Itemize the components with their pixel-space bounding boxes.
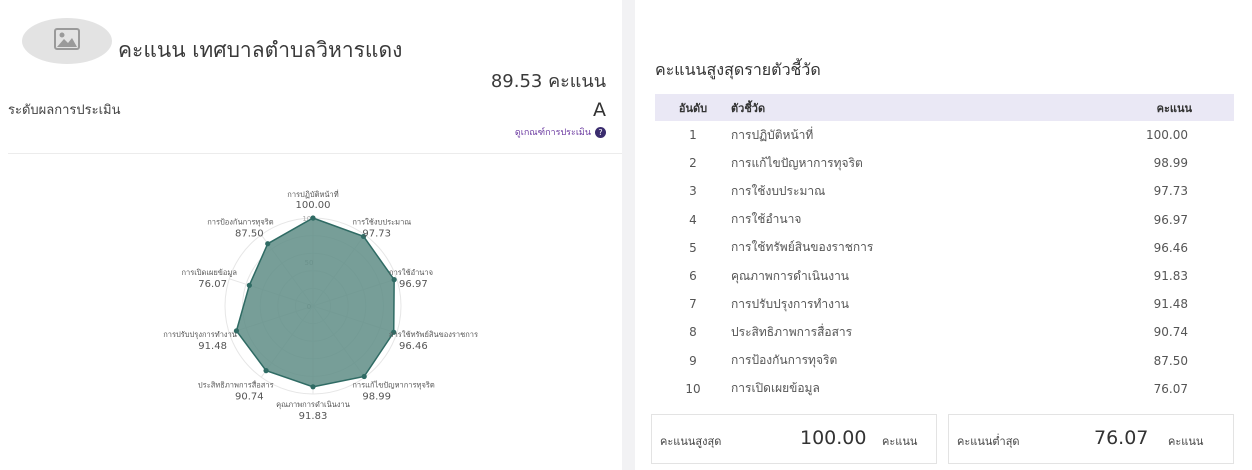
indicator-cell: การเปิดเผยข้อมูล xyxy=(731,381,820,396)
score-overview-panel: คะแนน เทศบาลตำบลวิหารแดง 89.53 คะแนน ระด… xyxy=(0,0,622,470)
indicator-cell: ประสิทธิภาพการสื่อสาร xyxy=(731,324,853,339)
indicator-cell: การใช้งบประมาณ xyxy=(731,183,826,198)
radar-point xyxy=(246,282,252,288)
ranking-panel: คะแนนสูงสุดรายตัวชี้วัด อันดับ ตัวชี้วัด… xyxy=(635,0,1252,470)
table-row: 10 การเปิดเผยข้อมูล 76.07 xyxy=(655,375,1234,403)
radar-point xyxy=(310,215,316,221)
radar-point xyxy=(391,277,397,283)
radar-axis-label: การแก้ไขปัญหาการทุจริต xyxy=(352,381,435,390)
radar-axis-label: การใช้งบประมาณ xyxy=(352,217,411,226)
radar-axis-label: การปรับปรุงการทำงาน xyxy=(163,330,237,339)
rank-cell: 5 xyxy=(689,240,697,255)
min-score-label: คะแนนต่ำสุด xyxy=(957,435,1020,448)
radar-axis-label: คุณภาพการดำเนินงาน xyxy=(276,400,350,409)
score-cell: 100.00 xyxy=(1146,128,1188,143)
radar-point xyxy=(263,368,269,374)
min-score-unit: คะแนน xyxy=(1168,435,1204,448)
min-score-value: 76.07 xyxy=(1094,427,1149,449)
criteria-link-text[interactable]: ดูเกณฑ์การประเมิน xyxy=(515,128,591,138)
indicator-cell: การใช้ทรัพย์สินของราชการ xyxy=(731,240,874,255)
radar-point xyxy=(265,241,271,247)
max-score-unit: คะแนน xyxy=(882,435,918,448)
radar-value-label: 96.46 xyxy=(399,341,428,352)
table-row: 1 การปฏิบัติหน้าที่ 100.00 xyxy=(655,121,1234,149)
total-score-unit: คะแนน xyxy=(548,71,606,92)
table-row: 2 การแก้ไขปัญหาการทุจริต 98.99 xyxy=(655,149,1234,177)
score-cell: 96.46 xyxy=(1153,240,1188,255)
radar-point xyxy=(361,373,367,380)
radar-axis-label: การใช้อำนาจ xyxy=(389,268,433,277)
score-cell: 87.50 xyxy=(1153,353,1188,368)
radar-point xyxy=(310,384,316,390)
radar-axis-label: การปฏิบัติหน้าที่ xyxy=(287,189,338,199)
max-score-box: คะแนนสูงสุด 100.00 คะแนน xyxy=(651,414,937,464)
radar-value-label: 97.73 xyxy=(362,228,391,239)
org-logo-placeholder xyxy=(22,18,112,64)
radar-chart: 050100 การปฏิบัติหน้าที่100.00การใช้งบปร… xyxy=(163,189,478,422)
criteria-link[interactable]: ดูเกณฑ์การประเมิน? xyxy=(515,125,606,139)
rank-cell: 10 xyxy=(685,381,701,396)
total-score: 89.53 คะแนน xyxy=(491,66,606,95)
table-row: 3 การใช้งบประมาณ 97.73 xyxy=(655,177,1234,205)
score-cell: 97.73 xyxy=(1153,184,1188,199)
score-cell: 91.83 xyxy=(1153,269,1188,284)
level-label: ระดับผลการประเมิน xyxy=(8,103,121,118)
radar-axis-label: ประสิทธิภาพการสื่อสาร xyxy=(198,380,274,390)
column-header-score: คะแนน xyxy=(1041,94,1234,121)
indicator-cell: การแก้ไขปัญหาการทุจริต xyxy=(731,155,863,170)
indicator-cell: การป้องกันการทุจริต xyxy=(731,353,838,368)
table-row: 8 ประสิทธิภาพการสื่อสาร 90.74 xyxy=(655,318,1234,346)
indicator-cell: การปฏิบัติหน้าที่ xyxy=(731,127,814,142)
radar-value-label: 90.74 xyxy=(235,392,264,403)
rank-cell: 4 xyxy=(689,212,697,227)
score-cell: 76.07 xyxy=(1153,381,1188,396)
radar-axis-label: การใช้ทรัพย์สินของราชการ xyxy=(389,330,478,339)
table-row: 7 การปรับปรุงการทำงาน 91.48 xyxy=(655,290,1234,318)
level-grade: A xyxy=(593,99,606,121)
ranking-table: อันดับ ตัวชี้วัด คะแนน 1 การปฏิบัติหน้าที… xyxy=(655,94,1234,403)
radar-axis-label: การเปิดเผยข้อมูล xyxy=(181,268,237,277)
score-cell: 90.74 xyxy=(1153,325,1188,340)
divider xyxy=(8,153,622,154)
score-cell: 98.99 xyxy=(1153,156,1188,171)
image-icon xyxy=(54,28,80,50)
radar-value-label: 100.00 xyxy=(296,200,331,211)
score-cell: 96.97 xyxy=(1153,212,1188,227)
score-cell: 91.48 xyxy=(1153,297,1188,312)
radar-axis-label: การป้องกันการทุจริต xyxy=(207,217,274,226)
radar-value-label: 91.83 xyxy=(299,411,328,422)
max-score-value: 100.00 xyxy=(800,427,867,449)
org-title: คะแนน เทศบาลตำบลวิหารแดง xyxy=(118,38,403,62)
radar-series-area xyxy=(235,217,395,388)
radar-value-label: 76.07 xyxy=(198,279,227,290)
max-score-label: คะแนนสูงสุด xyxy=(660,435,722,448)
indicator-cell: การใช้อำนาจ xyxy=(731,212,802,227)
column-header-rank: อันดับ xyxy=(655,94,731,121)
table-header-row: อันดับ ตัวชี้วัด คะแนน xyxy=(655,94,1234,121)
rank-cell: 9 xyxy=(689,353,697,368)
table-row: 4 การใช้อำนาจ 96.97 xyxy=(655,206,1234,234)
help-icon[interactable]: ? xyxy=(595,127,606,138)
radar-value-label: 96.97 xyxy=(399,279,428,290)
min-score-box: คะแนนต่ำสุด 76.07 คะแนน xyxy=(948,414,1234,464)
table-row: 5 การใช้ทรัพย์สินของราชการ 96.46 xyxy=(655,234,1234,262)
table-row: 9 การป้องกันการทุจริต 87.50 xyxy=(655,347,1234,375)
indicator-cell: การปรับปรุงการทำงาน xyxy=(731,296,849,311)
rank-cell: 7 xyxy=(689,297,697,312)
rank-cell: 1 xyxy=(689,128,697,143)
ranking-title: คะแนนสูงสุดรายตัวชี้วัด xyxy=(655,60,821,79)
radar-value-label: 91.48 xyxy=(198,341,227,352)
radar-value-label: 98.99 xyxy=(362,392,391,403)
rank-cell: 2 xyxy=(689,156,697,171)
radar-value-label: 87.50 xyxy=(235,228,264,239)
indicator-cell: คุณภาพการดำเนินงาน xyxy=(731,268,850,283)
column-header-indicator: ตัวชี้วัด xyxy=(731,94,1042,121)
rank-cell: 3 xyxy=(689,184,697,199)
total-score-value: 89.53 xyxy=(490,71,543,92)
rank-cell: 6 xyxy=(689,269,697,284)
table-row: 6 คุณภาพการดำเนินงาน 91.83 xyxy=(655,262,1234,290)
rank-cell: 8 xyxy=(689,325,697,340)
